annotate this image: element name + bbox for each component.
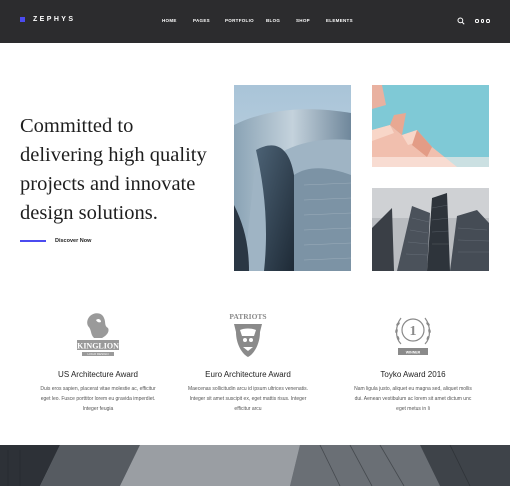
- nav-item-blog[interactable]: BLOG: [266, 18, 280, 23]
- nav-item-shop[interactable]: SHOP: [296, 18, 310, 23]
- discover-now-link[interactable]: Discover Now: [20, 238, 91, 244]
- more-dot: [486, 19, 490, 23]
- award-logo-numeral: 1: [410, 324, 417, 339]
- award-title: US Architecture Award: [58, 370, 138, 379]
- award-logo-subtext: LOGO DESIGN: [87, 352, 108, 356]
- kinglion-logo-icon: KINGLION LOGO DESIGN: [77, 313, 119, 356]
- award-card: PATRIOTS Euro Architecture Award Maecena…: [185, 310, 311, 414]
- headline-line: design solutions.: [20, 202, 158, 224]
- nav-item-home[interactable]: HOME: [162, 18, 177, 23]
- headline-line: projects and innovate: [20, 173, 196, 195]
- bottom-building-photo: [0, 445, 510, 486]
- hero-headline: Committed to delivering high quality pro…: [20, 112, 230, 228]
- award-title: Toyko Award 2016: [380, 370, 446, 379]
- patriots-logo-icon: PATRIOTS: [229, 312, 267, 357]
- building-photo-pink: [372, 85, 489, 167]
- headline-line: Committed to: [20, 115, 134, 137]
- more-dot: [480, 19, 484, 23]
- nav-item-elements[interactable]: ELEMENTS: [326, 18, 353, 23]
- building-photo-skyscrapers: [372, 188, 489, 271]
- award-card: 1 WINNER Toyko Award 2016 Nam ligula jus…: [350, 310, 476, 414]
- more-dot: [475, 19, 479, 23]
- nav-item-portfolio[interactable]: PORTFOLIO: [225, 18, 254, 23]
- headline-line: delivering high quality: [20, 144, 207, 166]
- award-logo-text: WINNER: [406, 351, 421, 355]
- winner-laurel-icon: 1 WINNER: [395, 317, 431, 355]
- discover-now-label: Discover Now: [55, 238, 92, 244]
- award-title: Euro Architecture Award: [205, 370, 291, 379]
- main-nav: HOME PAGES PORTFOLIO BLOG SHOP ELEMENTS: [0, 18, 510, 26]
- award-description: Nam ligula justo, aliquet eu magna sed, …: [354, 386, 472, 412]
- search-icon[interactable]: [457, 17, 465, 25]
- nav-item-pages[interactable]: PAGES: [193, 18, 210, 23]
- award-logo-text: PATRIOTS: [229, 312, 266, 321]
- award-description: Duis eros sapien, placerat vitae molesti…: [40, 386, 156, 412]
- award-card: KINGLION LOGO DESIGN US Architecture Awa…: [35, 310, 161, 414]
- more-icon[interactable]: [475, 19, 490, 23]
- building-photo-curved: [234, 85, 351, 271]
- award-description: Maecenas sollicitudin arcu id ipsum ultr…: [187, 386, 309, 412]
- site-header: ZEPHYS HOME PAGES PORTFOLIO BLOG SHOP EL…: [0, 0, 510, 43]
- discover-accent-line: [20, 240, 46, 242]
- award-logo-text: KINGLION: [77, 342, 119, 351]
